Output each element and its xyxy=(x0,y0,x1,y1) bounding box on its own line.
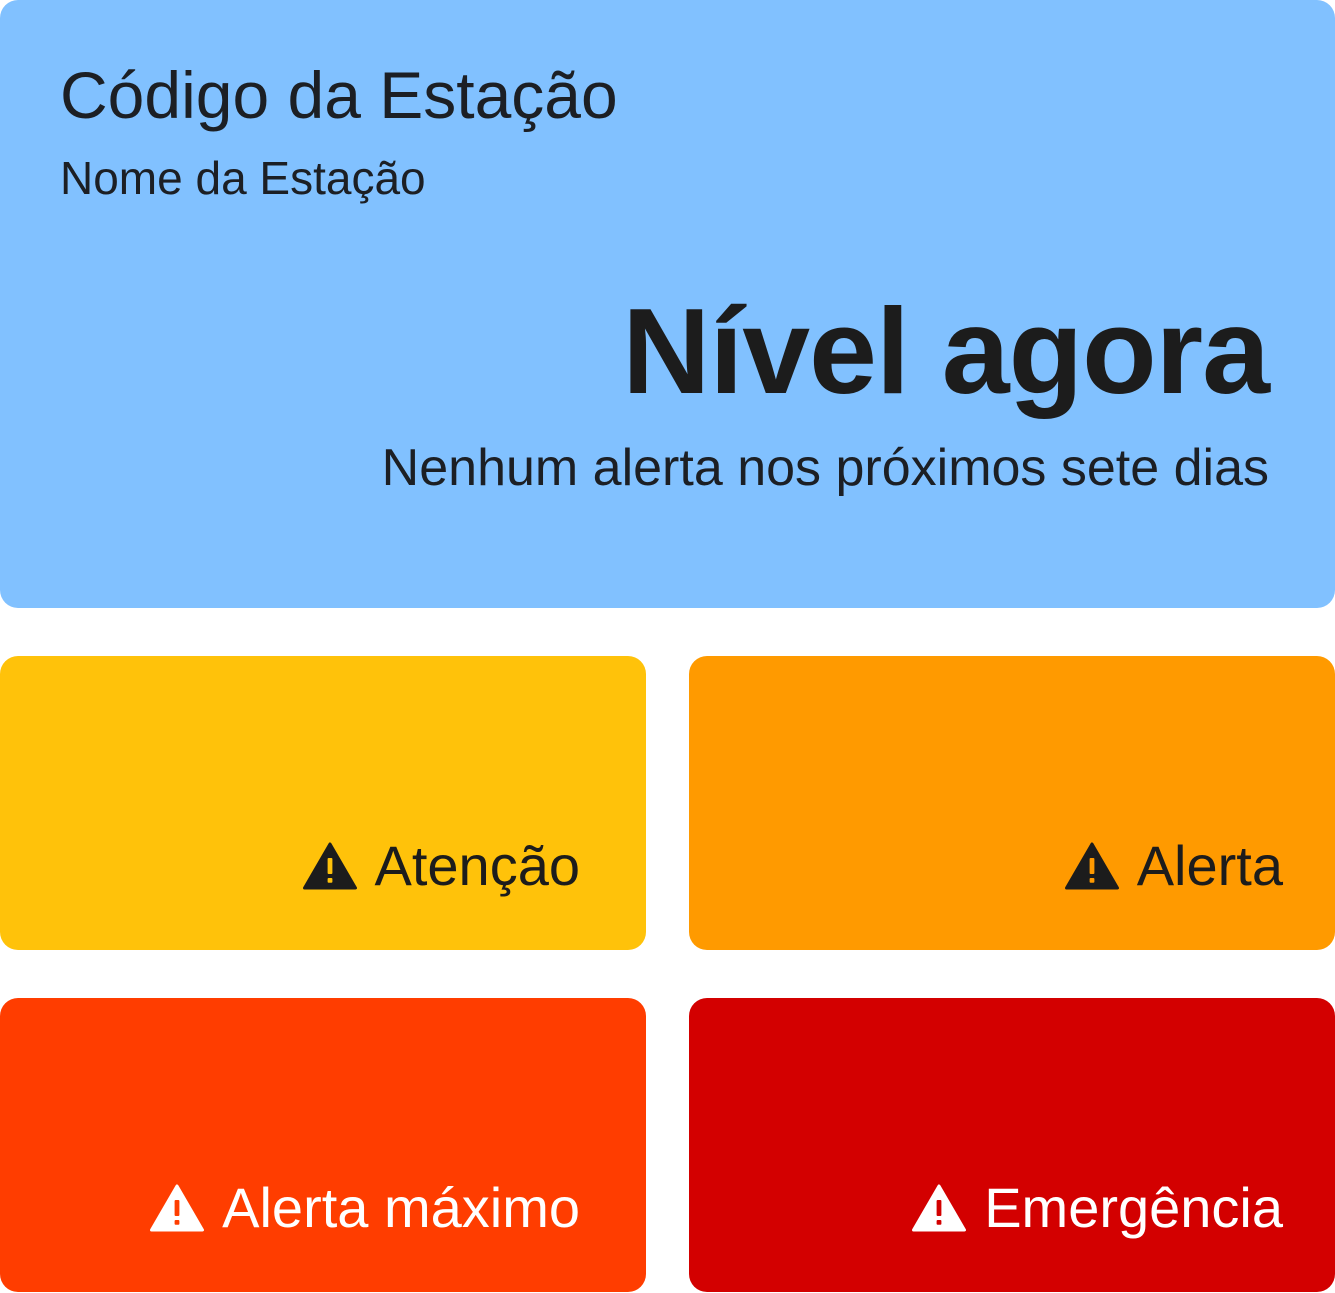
level-label-alerta-maximo: Alerta máximo xyxy=(150,1180,580,1236)
station-name: Nome da Estação xyxy=(60,152,426,204)
level-label-emergencia: Emergência xyxy=(912,1180,1283,1236)
level-text: Alerta máximo xyxy=(222,1176,580,1239)
warning-icon xyxy=(150,1184,205,1232)
warning-icon xyxy=(1064,842,1119,890)
level-card-emergencia[interactable]: Emergência xyxy=(689,998,1335,1292)
level-card-atencao[interactable]: Atenção xyxy=(0,656,646,950)
station-card: Código da Estação Nome da Estação Nível … xyxy=(0,0,1335,608)
level-text: Atenção xyxy=(374,834,581,897)
level-label-atencao: Atenção xyxy=(302,834,581,897)
level-now-heading: Nível agora xyxy=(622,283,1270,419)
warning-icon xyxy=(912,1184,967,1232)
level-card-alerta-maximo[interactable]: Alerta máximo xyxy=(0,998,646,1292)
level-card-alerta[interactable]: Alerta xyxy=(689,656,1335,950)
alert-summary: Nenhum alerta nos próximos sete dias xyxy=(381,439,1269,497)
station-code: Código da Estação xyxy=(60,58,618,132)
warning-icon xyxy=(302,842,357,890)
level-text: Emergência xyxy=(984,1176,1283,1239)
level-text: Alerta xyxy=(1136,834,1283,897)
level-label-alerta: Alerta xyxy=(1064,834,1283,897)
